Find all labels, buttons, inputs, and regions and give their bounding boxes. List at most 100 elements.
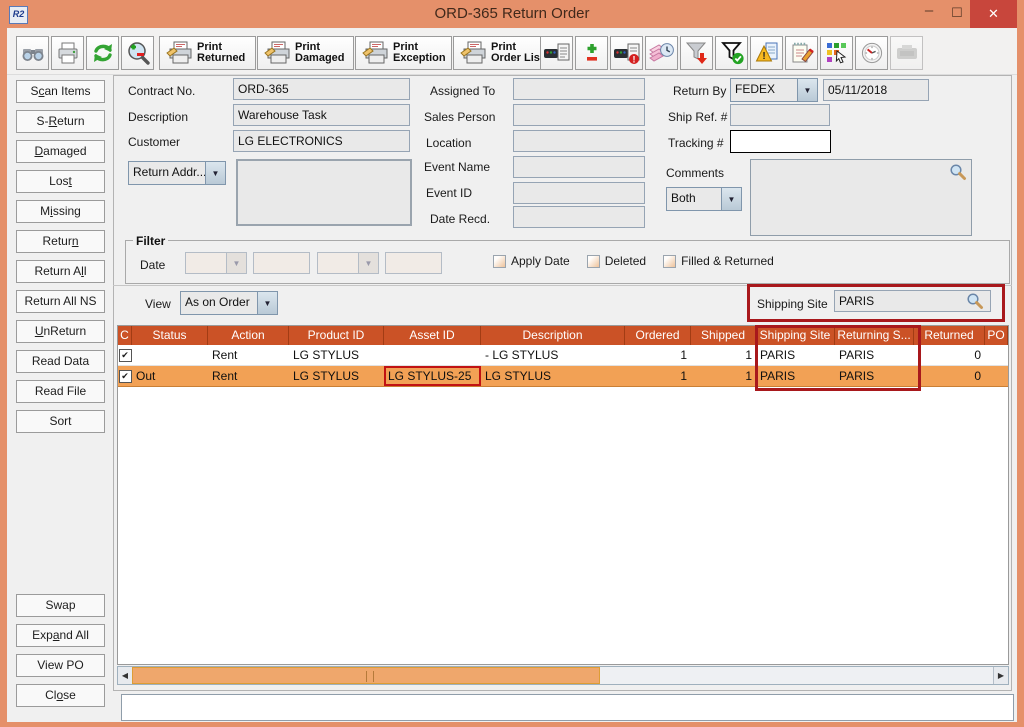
- column-header-action[interactable]: Action: [208, 326, 289, 345]
- device-disabled-button: [890, 36, 923, 70]
- print-damaged-button[interactable]: PrintDamaged: [257, 36, 354, 70]
- sidebar-button-close[interactable]: Close: [16, 684, 105, 707]
- close-button[interactable]: ✕: [970, 0, 1017, 28]
- sidebar-button-expand-all[interactable]: Expand All: [16, 624, 105, 647]
- scroll-right-icon[interactable]: ▶: [993, 667, 1008, 684]
- checkbox-filled-returned[interactable]: Filled & Returned: [663, 254, 774, 268]
- event-name-field[interactable]: [513, 156, 645, 178]
- column-header-status[interactable]: Status: [132, 326, 208, 345]
- schedule-notes-icon: [648, 40, 676, 66]
- sidebar-button-read-file[interactable]: Read File: [16, 380, 105, 403]
- return-address-box[interactable]: [236, 159, 412, 226]
- sidebar-button-sort[interactable]: Sort: [16, 410, 105, 433]
- sidebar-button-lost[interactable]: Lost: [16, 170, 105, 193]
- scroll-left-icon[interactable]: ◀: [118, 667, 133, 684]
- print-exception-button[interactable]: PrintException: [355, 36, 452, 70]
- column-header-po[interactable]: PO: [985, 326, 1008, 345]
- minimize-button[interactable]: –: [916, 0, 942, 28]
- color-options-button[interactable]: [820, 36, 853, 70]
- svg-text:!: !: [762, 51, 765, 62]
- column-header-returned[interactable]: Returned: [914, 326, 985, 345]
- edit-notes-button[interactable]: [785, 36, 818, 70]
- toolbar: PrintReturnedPrintDamagedPrintExceptionP…: [7, 29, 1017, 75]
- table-row[interactable]: ✔RentLG STYLUS- LG STYLUS11PARISPARIS0: [118, 345, 1008, 366]
- column-header-ordered[interactable]: Ordered: [625, 326, 691, 345]
- scrollbar-thumb[interactable]: [132, 667, 600, 684]
- checkbox-label: Filled & Returned: [681, 254, 774, 268]
- return-date-field[interactable]: 05/11/2018: [823, 79, 929, 101]
- sidebar-button-read-data[interactable]: Read Data: [16, 350, 105, 373]
- scan-alert-button[interactable]: !: [610, 36, 643, 70]
- table-row[interactable]: ✔OutRentLG STYLUSLG STYLUS-25LG STYLUS11…: [118, 366, 1008, 387]
- contract-no-field[interactable]: ORD-365: [233, 78, 410, 100]
- column-header-shipping-site[interactable]: Shipping Site: [756, 326, 835, 345]
- checkbox-apply-date[interactable]: Apply Date: [493, 254, 570, 268]
- comments-search-icon[interactable]: [949, 163, 967, 184]
- scrollbar-grip: [366, 671, 374, 682]
- sidebar-button-missing[interactable]: Missing: [16, 200, 105, 223]
- row-checkbox[interactable]: ✔: [118, 366, 132, 386]
- checkbox-icon: [663, 255, 676, 268]
- sidebar-button-unreturn[interactable]: UnReturn: [16, 320, 105, 343]
- view-combo[interactable]: As on Order ▼: [180, 291, 278, 315]
- description-field[interactable]: Warehouse Task: [233, 104, 410, 126]
- comments-box[interactable]: [750, 159, 972, 236]
- tracking-field[interactable]: [730, 130, 831, 153]
- checkbox-deleted[interactable]: Deleted: [587, 254, 646, 268]
- cell-shipping-site: PARIS: [756, 345, 835, 365]
- funnel-apply-button[interactable]: [680, 36, 713, 70]
- filter-legend: Filter: [133, 234, 168, 248]
- date-recd-field[interactable]: [513, 206, 645, 228]
- maximize-button[interactable]: ☐: [944, 0, 970, 28]
- customer-field[interactable]: LG ELECTRONICS: [233, 130, 410, 152]
- clock-button[interactable]: [855, 36, 888, 70]
- column-header-description[interactable]: Description: [481, 326, 625, 345]
- cell-status: Out: [132, 366, 208, 386]
- cell-returned: 0: [914, 345, 985, 365]
- ship-ref-field[interactable]: [730, 104, 830, 126]
- add-remove-button[interactable]: [575, 36, 608, 70]
- horizontal-scrollbar[interactable]: ◀ ▶: [117, 666, 1009, 685]
- location-field[interactable]: [513, 130, 645, 152]
- sales-person-field[interactable]: [513, 104, 645, 126]
- sidebar-button-s-return[interactable]: S-Return: [16, 110, 105, 133]
- schedule-notes-button[interactable]: [645, 36, 678, 70]
- chevron-down-icon: ▼: [797, 79, 817, 101]
- printer-button[interactable]: [51, 36, 84, 70]
- status-text-area[interactable]: [121, 694, 1014, 721]
- print-returned-button[interactable]: PrintReturned: [159, 36, 256, 70]
- sidebar-button-return-all-ns[interactable]: Return All NS: [16, 290, 105, 313]
- return-by-combo[interactable]: FEDEX ▼: [730, 78, 818, 102]
- print-order-list-button[interactable]: PrintOrder List: [453, 36, 550, 70]
- sidebar-button-view-po[interactable]: View PO: [16, 654, 105, 677]
- sidebar-button-swap[interactable]: Swap: [16, 594, 105, 617]
- column-header-c[interactable]: C: [118, 326, 132, 345]
- refresh-button[interactable]: [86, 36, 119, 70]
- sidebar-button-damaged[interactable]: Damaged: [16, 140, 105, 163]
- chevron-down-icon: ▼: [226, 253, 246, 273]
- event-id-field[interactable]: [513, 182, 645, 204]
- event-id-label: Event ID: [426, 186, 472, 200]
- cell-shipped: 1: [691, 345, 756, 365]
- title-bar: R2 ORD-365 Return Order – ☐ ✕: [0, 0, 1024, 28]
- column-header-asset-id[interactable]: Asset ID: [384, 326, 481, 345]
- funnel-apply-icon: [684, 40, 710, 66]
- comments-mode-combo[interactable]: Both ▼: [666, 187, 742, 211]
- column-header-returning-s[interactable]: Returning S...: [835, 326, 914, 345]
- cell-asset-id: LG STYLUS-25: [384, 366, 481, 386]
- zoom-button[interactable]: [121, 36, 154, 70]
- assigned-to-field[interactable]: [513, 78, 645, 100]
- funnel-clear-button[interactable]: [715, 36, 748, 70]
- binoculars-button[interactable]: [16, 36, 49, 70]
- sidebar-button-return[interactable]: Return: [16, 230, 105, 253]
- sidebar-button-return-all[interactable]: Return All: [16, 260, 105, 283]
- sidebar-button-scan-items[interactable]: Scan Items: [16, 80, 105, 103]
- scan-device-button[interactable]: [540, 36, 573, 70]
- shipping-site-search-icon[interactable]: [966, 292, 984, 313]
- chevron-down-icon: ▼: [257, 292, 277, 314]
- exception-report-button[interactable]: !: [750, 36, 783, 70]
- return-addr-combo[interactable]: Return Addr... ▼: [128, 161, 226, 185]
- column-header-shipped[interactable]: Shipped: [691, 326, 756, 345]
- row-checkbox[interactable]: ✔: [118, 345, 132, 365]
- column-header-product-id[interactable]: Product ID: [289, 326, 384, 345]
